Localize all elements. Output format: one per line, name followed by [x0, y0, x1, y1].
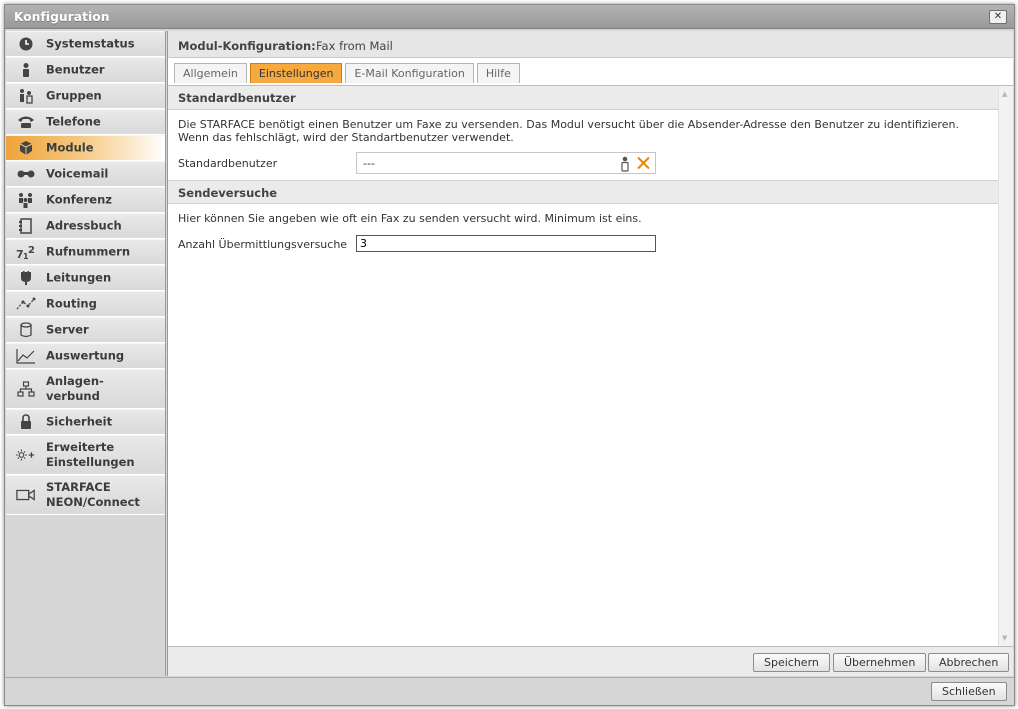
sidebar-item-benutzer[interactable]: Benutzer: [6, 57, 165, 83]
sidebar-item-label: STARFACE NEON/Connect: [46, 480, 140, 509]
network-icon: [16, 381, 36, 397]
sidebar-item-telefone[interactable]: Telefone: [6, 109, 165, 135]
sidebar-item-label: Erweiterte Einstellungen: [46, 440, 135, 469]
voicemail-icon: [16, 166, 36, 182]
section-title: Sendeversuche: [178, 186, 278, 200]
sidebar-item-label: Systemstatus: [46, 36, 135, 51]
sidebar-item-label: Gruppen: [46, 88, 102, 103]
standard-user-description: Die STARFACE benötigt einen Benutzer um …: [178, 118, 959, 131]
lines-icon: [16, 270, 36, 286]
video-icon: [16, 487, 36, 503]
cube-icon: [16, 140, 36, 156]
module-header: Modul-Konfiguration: Fax from Mail: [168, 31, 1013, 58]
sidebar: Systemstatus Benutzer Gruppen Telefone M…: [6, 31, 166, 676]
sidebar-item-erweiterte-einstellungen[interactable]: Erweiterte Einstellungen: [6, 435, 165, 475]
action-bar: Speichern Übernehmen Abbrechen: [168, 646, 1013, 676]
sidebar-item-voicemail[interactable]: Voicemail: [6, 161, 165, 187]
scroll-up-icon[interactable]: ▲: [1002, 90, 1007, 98]
standard-user-label: Standardbenutzer: [178, 157, 278, 170]
sidebar-item-label: Anlagen- verbund: [46, 374, 104, 403]
sidebar-item-systemstatus[interactable]: Systemstatus: [6, 31, 165, 57]
sidebar-item-adressbuch[interactable]: Adressbuch: [6, 213, 165, 239]
sidebar-item-server[interactable]: Server: [6, 317, 165, 343]
configuration-window: Konfiguration ✕ Systemstatus Benutzer Gr…: [4, 4, 1015, 706]
svg-text:2: 2: [28, 245, 35, 256]
sidebar-item-rufnummern[interactable]: 712 Rufnummern: [6, 239, 165, 265]
sidebar-item-starface-neon-connect[interactable]: STARFACE NEON/Connect: [6, 475, 165, 515]
sidebar-item-routing[interactable]: Routing: [6, 291, 165, 317]
attempts-description: Hier können Sie angeben wie oft ein Fax …: [178, 212, 642, 225]
server-icon: [16, 322, 36, 338]
sidebar-item-label: Benutzer: [46, 62, 105, 77]
standard-user-description-2: Wenn das fehlschlägt, wird der Standartb…: [178, 131, 514, 144]
close-window-button[interactable]: Schließen: [931, 682, 1007, 701]
window-title: Konfiguration: [14, 10, 110, 24]
cancel-button[interactable]: Abbrechen: [928, 653, 1010, 672]
tab-einstellungen[interactable]: Einstellungen: [249, 63, 343, 83]
settings-content: Standardbenutzer Die STARFACE benötigt e…: [168, 85, 1013, 646]
advanced-settings-icon: [16, 447, 36, 463]
attempts-label: Anzahl Übermittlungsversuche: [178, 238, 348, 251]
sidebar-item-label: Rufnummern: [46, 244, 131, 259]
title-bar[interactable]: Konfiguration ✕: [5, 5, 1014, 29]
user-select-icon[interactable]: [619, 156, 631, 172]
standard-user-field[interactable]: ---: [356, 152, 656, 174]
sidebar-item-label: Leitungen: [46, 270, 112, 285]
attempts-input[interactable]: [356, 235, 656, 252]
tab-email-konfiguration[interactable]: E-Mail Konfiguration: [345, 63, 474, 83]
window-footer: Schließen: [5, 677, 1014, 705]
sidebar-item-label: Routing: [46, 296, 97, 311]
sidebar-item-label: Telefone: [46, 114, 101, 129]
standard-user-value: ---: [363, 157, 375, 170]
sidebar-item-label: Server: [46, 322, 89, 337]
apply-button[interactable]: Übernehmen: [833, 653, 927, 672]
clock-icon: [16, 36, 36, 52]
conference-icon: [16, 192, 36, 208]
sidebar-item-module[interactable]: Module: [6, 135, 165, 161]
module-header-label: Modul-Konfiguration:: [178, 39, 316, 53]
sidebar-item-label: Konferenz: [46, 192, 112, 207]
scroll-down-icon[interactable]: ▼: [1002, 634, 1007, 642]
routing-icon: [16, 296, 36, 312]
sidebar-item-auswertung[interactable]: Auswertung: [6, 343, 165, 369]
save-button[interactable]: Speichern: [753, 653, 830, 672]
clear-icon[interactable]: [636, 155, 651, 171]
lock-icon: [16, 414, 36, 430]
addressbook-icon: [16, 218, 36, 234]
group-icon: [16, 88, 36, 104]
module-name: Fax from Mail: [316, 39, 393, 53]
sidebar-item-anlagenverbund[interactable]: Anlagen- verbund: [6, 369, 165, 409]
vertical-scrollbar[interactable]: ▲ ▼: [998, 86, 1013, 646]
sidebar-item-label: Auswertung: [46, 348, 125, 363]
tab-hilfe[interactable]: Hilfe: [476, 63, 520, 83]
sidebar-item-label: Adressbuch: [46, 218, 122, 233]
sidebar-item-label: Sicherheit: [46, 414, 113, 429]
numbers-icon: 712: [16, 244, 36, 260]
user-icon: [16, 62, 36, 78]
section-header-standardbenutzer: Standardbenutzer: [168, 86, 998, 110]
section-header-sendeversuche: Sendeversuche: [168, 180, 998, 204]
main-panel: Modul-Konfiguration: Fax from Mail Allge…: [167, 31, 1013, 676]
section-title: Standardbenutzer: [178, 91, 296, 105]
tab-bar: Allgemein Einstellungen E-Mail Konfigura…: [174, 63, 523, 85]
sidebar-item-label: Module: [46, 140, 94, 155]
chart-icon: [16, 348, 36, 364]
phone-icon: [16, 114, 36, 130]
window-close-button[interactable]: ✕: [989, 10, 1007, 24]
tab-allgemein[interactable]: Allgemein: [174, 63, 247, 83]
sidebar-item-sicherheit[interactable]: Sicherheit: [6, 409, 165, 435]
sidebar-item-leitungen[interactable]: Leitungen: [6, 265, 165, 291]
sidebar-item-gruppen[interactable]: Gruppen: [6, 83, 165, 109]
sidebar-item-konferenz[interactable]: Konferenz: [6, 187, 165, 213]
sidebar-item-label: Voicemail: [46, 166, 109, 181]
